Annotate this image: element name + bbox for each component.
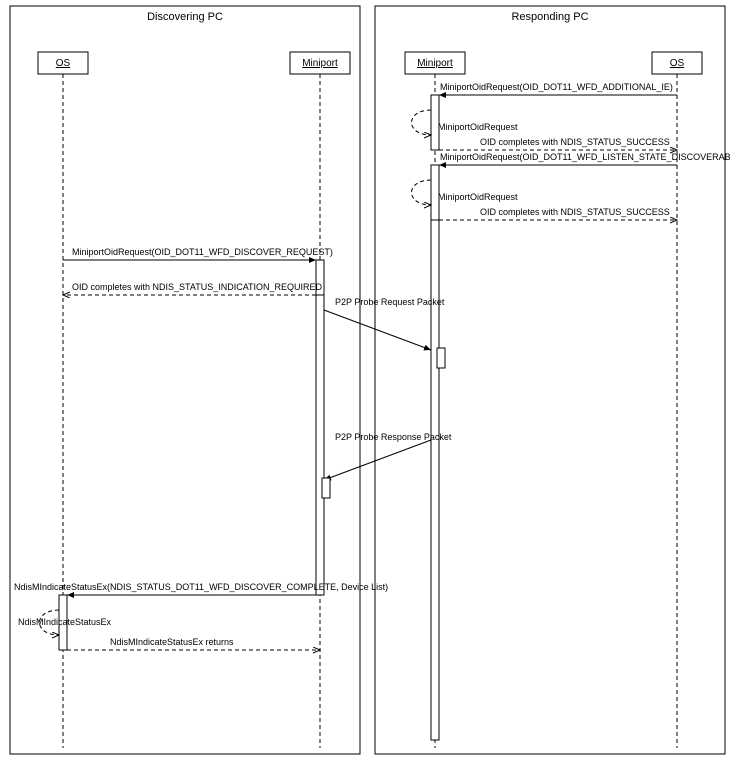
msg-d-self-label: NdisMIndicateStatusEx xyxy=(18,617,112,627)
msg-r2-label: MiniportOidRequest(OID_DOT11_WFD_LISTEN_… xyxy=(440,152,730,162)
sequence-diagram: Discovering PC Responding PC OS Miniport… xyxy=(0,0,730,762)
lifeline-label-d-mp: Miniport xyxy=(302,58,338,69)
msg-d-ret1-label: OID completes with NDIS_STATUS_INDICATIO… xyxy=(72,282,323,292)
msg-r-self2-arrow xyxy=(412,180,432,205)
msg-r-self1-arrow xyxy=(412,110,432,135)
msg-r-ret1-label: OID completes with NDIS_STATUS_SUCCESS xyxy=(480,137,670,147)
msg-probe-req-arrow xyxy=(324,310,431,350)
responding-title: Responding PC xyxy=(511,11,588,23)
msg-r-self1-label: MiniportOidRequest xyxy=(438,122,518,132)
lifeline-label-d-os: OS xyxy=(56,58,71,69)
msg-probe-req-label: P2P Probe Request Packet xyxy=(335,297,445,307)
activation-r-probe xyxy=(437,348,445,368)
msg-d-stat-ret-label: NdisMIndicateStatusEx returns xyxy=(110,637,234,647)
activation-d-discover xyxy=(316,295,324,595)
msg-probe-resp-arrow xyxy=(324,440,431,480)
msg-d1-label: MiniportOidRequest(OID_DOT11_WFD_DISCOVE… xyxy=(72,247,333,257)
msg-r-ret2-label: OID completes with NDIS_STATUS_SUCCESS xyxy=(480,207,670,217)
msg-d-stat-label: NdisMIndicateStatusEx(NDIS_STATUS_DOT11_… xyxy=(14,582,388,592)
activation-d-probe xyxy=(322,478,330,498)
lifeline-label-r-os: OS xyxy=(670,58,685,69)
msg-probe-resp-label: P2P Probe Response Packet xyxy=(335,432,452,442)
msg-r1-label: MiniportOidRequest(OID_DOT11_WFD_ADDITIO… xyxy=(440,82,673,92)
responding-frame xyxy=(375,6,725,754)
lifeline-label-r-mp: Miniport xyxy=(417,58,453,69)
msg-r-self2-label: MiniportOidRequest xyxy=(438,192,518,202)
discovering-title: Discovering PC xyxy=(147,11,223,23)
